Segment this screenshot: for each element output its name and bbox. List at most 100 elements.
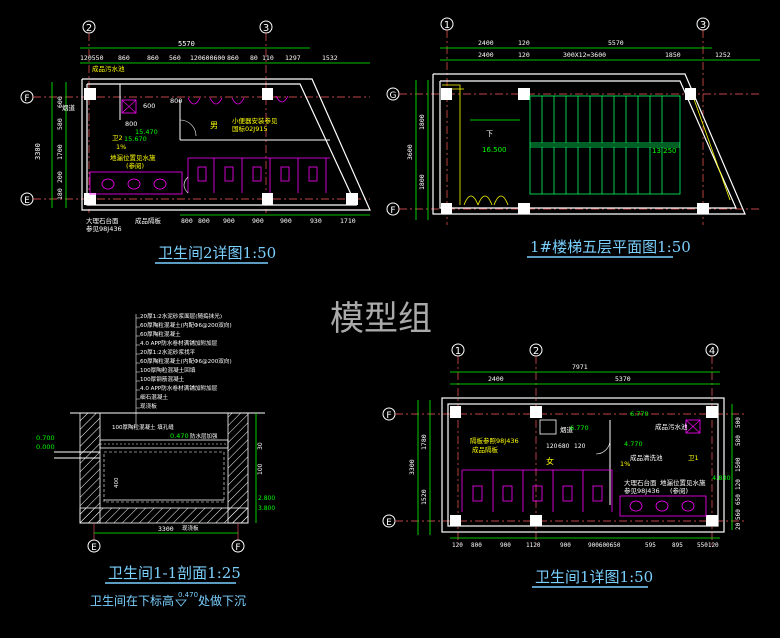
section-label-waterproof: 防水层加强 <box>190 432 218 440</box>
section-note-value: 0.470 <box>178 591 198 599</box>
plan2-dim-top-6: 80 <box>250 54 258 62</box>
stair-dim-top-3: 1850 <box>665 51 681 59</box>
plan2-dim-left-4: 180 <box>56 188 64 200</box>
plan2-dim-inner-3: 600 <box>143 102 155 110</box>
section-layer-8: 4.0 APP防水卷材满铺加附加层 <box>140 384 218 392</box>
plan1-label-room: 卫1 <box>688 454 699 462</box>
plan2-label-urinal-ref: 小便器安装参见 <box>232 116 278 125</box>
plan2-axis-2: 2 <box>82 20 96 213</box>
plan1-dim-inner-0: 120 <box>546 443 558 450</box>
section-note-after: 处做下沉 <box>198 593 246 608</box>
plan1-axis-1-label: 1 <box>455 346 461 357</box>
plan2-dim-top-1: 860 <box>118 54 130 62</box>
plan1-axis-F-label: F <box>386 411 391 421</box>
plan1-elev-3: 4.830 <box>712 474 731 482</box>
plan1-axis-4: 4 <box>705 343 719 545</box>
plan2-dim-bottom-6: 1710 <box>340 217 356 225</box>
plan1-label-mop-sink: 成品污水池 <box>655 422 688 431</box>
stair-dim-top-4: 1252 <box>715 51 731 59</box>
section-label-slab: 现浇板 <box>182 524 199 532</box>
plan2-dim-top-2: 860 <box>147 54 159 62</box>
plan1-dim-bottom-2: 900 <box>500 542 511 549</box>
plan2-label-mop-sink: 成品污水池 <box>92 64 125 73</box>
section-layer-9: 细石混凝土 <box>140 393 168 401</box>
plan2-label-male: 男 <box>210 121 218 130</box>
plan1-axis-4-label: 4 <box>709 346 715 357</box>
section-dim-bottom: 3300 <box>158 525 174 533</box>
section-dim-inner-1: 400 <box>114 477 120 488</box>
plan2-axis-E-label: E <box>24 196 30 206</box>
stair-dim-row1-1: 120 <box>518 39 530 47</box>
stair-elev-2: 13.250 <box>652 147 677 155</box>
stair-axis-1-label: 1 <box>444 20 450 31</box>
section-axis-F: F <box>231 539 245 553</box>
stair-dim-top-1: 120 <box>518 51 530 59</box>
plan2-label-partition: 成品隔板 <box>135 216 162 225</box>
plan2-dim-top-3: 560 <box>169 54 181 62</box>
plan2-dim-left-total: 3300 <box>34 143 42 160</box>
plan1-label-counter-ref: 参见98J436 <box>624 486 660 495</box>
section-elev-left-1: 0.000 <box>36 443 55 451</box>
plan2-axis-3-label: 3 <box>263 23 269 34</box>
stair-dim-top-2: 300X12=3600 <box>563 51 606 59</box>
stair-axis-F-label: F <box>390 206 395 216</box>
plan1-dim-right-0: 500 <box>735 417 742 428</box>
section-layer-1: 60厚陶粒混凝土(内配Φ6@200双向) <box>140 321 232 329</box>
plan1-dim-top-1: 5370 <box>615 375 631 383</box>
plan1-dim-inner-2: 120 <box>574 443 586 450</box>
stair-doors <box>463 195 509 206</box>
stair-treads <box>529 95 681 195</box>
plan2-dim-left-1: 580 <box>56 118 64 130</box>
plan1-dim-left-0: 1780 <box>420 434 428 450</box>
plan1-label-partition: 成品隔板 <box>472 445 499 454</box>
plan2-dim-bottom-5: 930 <box>310 217 322 225</box>
plan1-label-partition-ref: 隔板参照98J436 <box>470 436 519 445</box>
section-layer-3: 4.0 APP防水卷材满铺加附加层 <box>140 339 218 347</box>
plan1-dim-left-1: 1520 <box>420 489 428 505</box>
plan2-elev-2: 15.670 <box>124 135 147 143</box>
plan1-elev-0: 6.770 <box>570 424 589 432</box>
section-layer-7: 100厚钢筋混凝土 <box>140 375 185 383</box>
plan1-label-female: 女 <box>546 456 554 466</box>
plan1-dim-right-3: 120 <box>735 479 742 490</box>
section-dim-right-0: 30 <box>257 442 264 450</box>
plan1-axis-1: 1 <box>451 343 465 545</box>
section-layer-10: 现浇板 <box>140 402 157 410</box>
plan2-dim-top-9: 1532 <box>322 54 338 62</box>
section-note-before: 卫生间在下标高 <box>90 593 174 608</box>
plan2-dim-left-2: 1700 <box>56 144 64 160</box>
section-title: 卫生间1-1剖面1:25 <box>108 564 241 582</box>
plan1-elev-2: 4.770 <box>624 440 643 448</box>
section-elev-left-0: 0.700 <box>36 434 55 442</box>
plan2-dim-bottom-3: 900 <box>252 217 264 225</box>
cad-drawing-canvas: 2 3 F E 5570 120550 860 860 560 12060060… <box>20 17 760 608</box>
plan2-dim-top-4: 120600600 <box>190 54 225 62</box>
stair-dim-top-0: 2400 <box>478 51 494 59</box>
plan2-label-flue: 烟道 <box>62 103 76 112</box>
stair-axis-1: 1 <box>440 17 454 225</box>
stair-axis-G-label: G <box>390 91 397 101</box>
plan2-dim-left-3: 200 <box>56 171 64 183</box>
plan1-label-wash-sink: 成品清洗池 <box>630 453 663 462</box>
plan1-dim-right-5: 560 <box>735 509 742 520</box>
plan1-dim-top-0: 2400 <box>488 375 504 383</box>
plan2-title: 卫生间2详图1:50 <box>158 244 276 262</box>
section-slab <box>79 507 249 524</box>
plan1-axis-2: 2 <box>529 343 543 545</box>
section-dim-right-2: 2.800 <box>258 495 275 502</box>
plan2-axis-F-label: F <box>24 94 29 104</box>
plan2-dim-inner-1: 800 <box>170 97 182 105</box>
stair-walls <box>432 73 746 215</box>
plan1-dim-bottom-4: 900 <box>560 542 571 549</box>
plan1-dim-right-4: 650 <box>735 494 742 505</box>
plan2-axis-E: E <box>20 192 370 206</box>
stair-dim-left-1: 1800 <box>418 174 426 190</box>
stair-dim-left-0: 1800 <box>418 114 426 130</box>
plan1-dim-bottom-0: 120 <box>452 542 463 549</box>
plan2-dim-bottom-4: 900 <box>280 217 292 225</box>
section-layer-2: 60厚陶粒混凝土 <box>140 330 181 338</box>
plan2-dim-top-7: 110 <box>262 54 274 62</box>
section-layer-6: 100厚陶粒混凝土回填 <box>140 366 196 374</box>
plan1-dim-bottom-1: 800 <box>471 542 482 549</box>
plan1-label-counter: 大理石台面 <box>624 478 657 487</box>
